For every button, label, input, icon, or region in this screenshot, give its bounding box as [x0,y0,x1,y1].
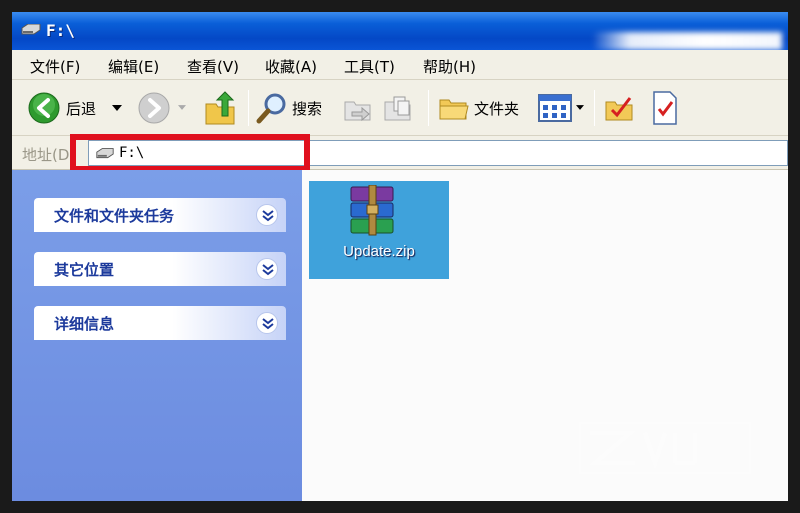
dropdown-arrow-icon [112,105,122,111]
move-to-button[interactable] [342,92,374,124]
up-folder-button[interactable] [204,90,238,126]
search-icon [256,93,286,124]
title-bar[interactable]: F:\ [12,12,788,50]
views-button[interactable] [538,92,588,124]
panel-file-folder-tasks[interactable]: 文件和文件夹任务 [34,198,286,232]
folders-button[interactable]: 文件夹 [438,92,528,124]
folders-label: 文件夹 [474,100,520,118]
properties-button[interactable] [650,90,680,126]
search-button[interactable]: 搜索 [256,92,334,124]
toolbar-separator [248,90,249,126]
copy-to-button[interactable] [382,92,414,124]
address-highlight-box [70,134,310,172]
dropdown-arrow-icon [576,105,584,110]
back-arrow-icon [28,92,60,124]
toolbar: 后退 搜索 文件夹 [12,80,788,136]
chevron-down-icon[interactable] [256,204,278,226]
panel-title: 其它位置 [54,261,115,279]
back-button[interactable]: 后退 [28,92,128,124]
chevron-down-icon[interactable] [256,258,278,280]
folders-icon [439,99,469,120]
menu-tools[interactable]: 工具(T) [344,56,395,77]
task-pane: 文件和文件夹任务 其它位置 详细信息 [12,170,302,501]
menu-file[interactable]: 文件(F) [30,56,80,77]
views-icon [538,94,572,122]
document-check-icon [653,91,677,125]
panel-title: 详细信息 [54,315,115,333]
watermark-logo [579,422,751,474]
copy-to-icon [384,96,411,121]
panel-title: 文件和文件夹任务 [54,207,175,225]
forward-button[interactable] [138,92,190,124]
move-to-icon [344,101,371,122]
folder-options-button[interactable] [604,92,636,124]
back-label: 后退 [66,100,97,118]
file-item[interactable]: Update.zip [309,181,449,279]
panel-other-places[interactable]: 其它位置 [34,252,286,286]
winrar-archive-icon [350,185,394,236]
title-redaction [592,32,782,50]
chevron-down-icon[interactable] [256,312,278,334]
menu-view[interactable]: 查看(V) [187,56,239,77]
panel-details[interactable]: 详细信息 [34,306,286,340]
forward-arrow-icon [138,92,170,124]
menu-edit[interactable]: 编辑(E) [108,56,159,77]
toolbar-separator [428,90,429,126]
search-label: 搜索 [292,100,323,118]
drive-icon [21,24,41,35]
address-label: 地址(D) [22,146,76,164]
window-title: F:\ [46,21,75,40]
file-name: Update.zip [343,243,415,260]
menu-help[interactable]: 帮助(H) [423,56,476,77]
toolbar-separator [594,90,595,126]
up-folder-icon [205,91,235,125]
menu-favorites[interactable]: 收藏(A) [265,56,317,77]
dropdown-arrow-icon [178,105,186,110]
folder-check-icon [605,97,633,121]
menu-bar: 文件(F) 编辑(E) 查看(V) 收藏(A) 工具(T) 帮助(H) [12,50,788,80]
